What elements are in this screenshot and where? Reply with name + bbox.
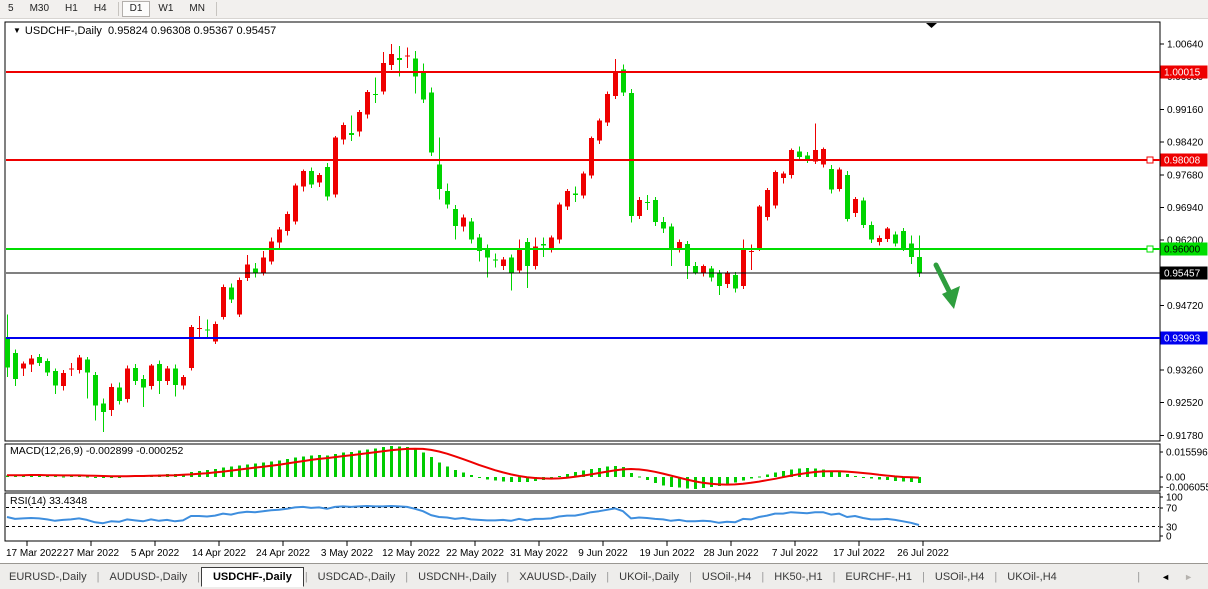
chart-ohlc-values: 0.95824 0.96308 0.95367 0.95457 [108, 25, 276, 37]
timeframe-button-h4[interactable]: H4 [86, 1, 115, 17]
svg-text:3 May 2022: 3 May 2022 [321, 548, 374, 559]
svg-text:0.93260: 0.93260 [1167, 366, 1204, 377]
chart-title: ▼ USDCHF-,Daily 0.95824 0.96308 0.95367 0… [13, 25, 276, 37]
svg-text:0.91780: 0.91780 [1167, 431, 1204, 442]
panel-borders [5, 22, 1160, 541]
tab-usoil-h4[interactable]: USOil-,H4 [926, 567, 994, 587]
rsi-indicator-label: RSI(14) 33.4348 [10, 495, 87, 507]
tab-ukoil-h4[interactable]: UKOil-,H4 [998, 567, 1066, 587]
svg-text:22 May 2022: 22 May 2022 [446, 548, 504, 559]
svg-text:70: 70 [1166, 504, 1178, 515]
svg-text:28 Jun 2022: 28 Jun 2022 [703, 548, 758, 559]
svg-text:12 May 2022: 12 May 2022 [382, 548, 440, 559]
svg-text:1.00640: 1.00640 [1167, 40, 1204, 51]
svg-text:19 Jun 2022: 19 Jun 2022 [639, 548, 694, 559]
timeframe-button-h1[interactable]: H1 [57, 1, 86, 17]
tab-scroll-left-icon[interactable]: ◄ [1154, 572, 1177, 582]
date-axis: 17 Mar 202227 Mar 2022 5 Apr 2022 14 Apr 2… [6, 541, 949, 559]
tab-audusd-daily[interactable]: AUDUSD-,Daily [100, 567, 196, 587]
rsi-axis: 10070300 [1160, 493, 1183, 543]
timeframe-toolbar: 5M30H1H4 D1W1MN [0, 0, 1208, 19]
hline-endpoint-marker[interactable] [1147, 246, 1153, 252]
toolbar-separator [118, 2, 119, 16]
svg-text:0: 0 [1166, 532, 1172, 543]
chart-canvas[interactable]: 1.006400.999000.991600.984200.976800.969… [0, 0, 1208, 563]
svg-text:0.96000: 0.96000 [1164, 245, 1201, 256]
svg-text:0.96940: 0.96940 [1167, 203, 1204, 214]
tab-usdcnh-daily[interactable]: USDCNH-,Daily [409, 567, 505, 587]
hline-endpoint-marker[interactable] [1147, 157, 1153, 163]
svg-text:9 Jun 2022: 9 Jun 2022 [578, 548, 628, 559]
svg-text:100: 100 [1166, 493, 1183, 504]
tab-usdchf-daily[interactable]: USDCHF-,Daily [201, 567, 304, 587]
svg-text:26 Jul 2022: 26 Jul 2022 [897, 548, 949, 559]
chart-tab-bar: EURUSD-,Daily|AUDUSD-,Daily|USDCHF-,Dail… [0, 563, 1208, 589]
timeframe-button-m30[interactable]: M30 [22, 1, 57, 17]
svg-text:27 Mar 2022: 27 Mar 2022 [63, 548, 120, 559]
svg-text:5 Apr 2022: 5 Apr 2022 [131, 548, 180, 559]
macd-axis: 0.0155960.00-0.006055 [1160, 448, 1208, 494]
tab-hk50-h1[interactable]: HK50-,H1 [765, 567, 831, 587]
tab-usdcad-daily[interactable]: USDCAD-,Daily [309, 567, 405, 587]
mt4-window: 5M30H1H4D1W1MN 1.006400.999000.991600.98… [0, 0, 1208, 589]
tab-usoil-h4[interactable]: USOil-,H4 [693, 567, 761, 587]
price-axis: 1.006400.999000.991600.984200.976800.969… [1160, 40, 1204, 442]
tab-eurchf-h1[interactable]: EURCHF-,H1 [836, 567, 921, 587]
tab-xauusd-daily[interactable]: XAUUSD-,Daily [510, 567, 605, 587]
tab-eurusd-daily[interactable]: EURUSD-,Daily [0, 567, 96, 587]
svg-text:0.98420: 0.98420 [1167, 138, 1204, 149]
svg-text:24 Apr 2022: 24 Apr 2022 [256, 548, 310, 559]
svg-text:14 Apr 2022: 14 Apr 2022 [192, 548, 246, 559]
svg-text:31 May 2022: 31 May 2022 [510, 548, 568, 559]
timeframe-button-w1[interactable]: W1 [150, 1, 181, 17]
tab-ukoil-daily[interactable]: UKOil-,Daily [610, 567, 688, 587]
timeframe-button-mn[interactable]: MN [181, 1, 213, 17]
svg-text:17 Mar 2022: 17 Mar 2022 [6, 548, 63, 559]
svg-text:0.93993: 0.93993 [1164, 334, 1201, 345]
svg-text:0.94720: 0.94720 [1167, 301, 1204, 312]
chart-symbol-label: USDCHF-,Daily [25, 25, 102, 37]
collapse-triangle-icon[interactable]: ▼ [13, 26, 21, 35]
svg-text:0.92520: 0.92520 [1167, 398, 1204, 409]
svg-text:7 Jul 2022: 7 Jul 2022 [772, 548, 819, 559]
toolbar-separator [216, 2, 217, 16]
tab-scroll-right-icon[interactable]: ► [1177, 572, 1200, 582]
timeframe-button-5[interactable]: 5 [0, 1, 22, 17]
svg-text:0.95457: 0.95457 [1164, 269, 1201, 280]
svg-text:0.98008: 0.98008 [1164, 156, 1201, 167]
tab-separator: | [1137, 571, 1140, 583]
timeframe-button-d1[interactable]: D1 [122, 1, 151, 17]
macd-indicator-label: MACD(12,26,9) -0.002899 -0.000252 [10, 445, 183, 457]
svg-text:0.97680: 0.97680 [1167, 170, 1204, 181]
svg-text:17 Jul 2022: 17 Jul 2022 [833, 548, 885, 559]
svg-text:1.00015: 1.00015 [1164, 68, 1201, 79]
svg-text:0.015596: 0.015596 [1166, 448, 1208, 459]
svg-text:0.99160: 0.99160 [1167, 105, 1204, 116]
